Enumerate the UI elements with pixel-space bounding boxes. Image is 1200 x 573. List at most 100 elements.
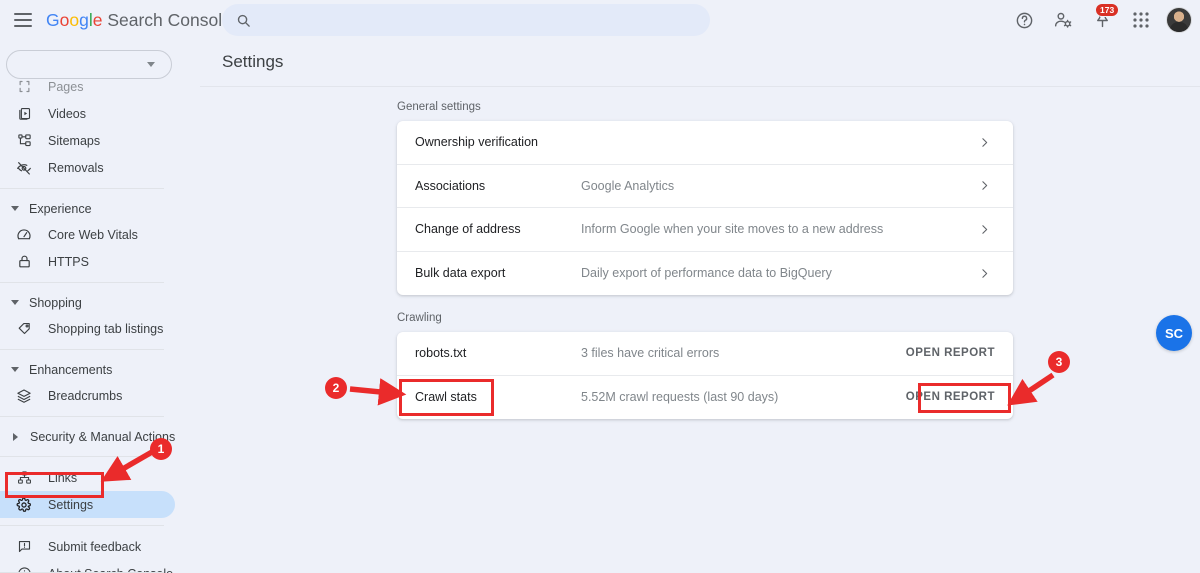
sidebar-item-links[interactable]: Links bbox=[0, 464, 200, 491]
sidebar-item-label: Removals bbox=[48, 160, 104, 175]
sidebar-item-core-web-vitals[interactable]: Core Web Vitals bbox=[0, 221, 200, 248]
row-description: Inform Google when your site moves to a … bbox=[581, 222, 884, 237]
annotation-marker-1: 1 bbox=[150, 438, 172, 460]
main-content: Settings General settings Ownership veri… bbox=[200, 40, 1200, 573]
sidebar-group-label: Experience bbox=[29, 201, 92, 216]
crawl-stats-row-name: Crawl stats bbox=[415, 390, 477, 405]
sidebar-group-experience[interactable]: Experience bbox=[0, 196, 200, 221]
sidebar-nav: Pages Videos Sitemaps Removals Experienc… bbox=[0, 40, 200, 573]
sidebar-item-videos[interactable]: Videos bbox=[0, 100, 200, 127]
notifications-pin-icon[interactable]: 173 bbox=[1088, 3, 1120, 34]
apps-grid-icon[interactable] bbox=[1127, 6, 1155, 34]
user-avatar[interactable] bbox=[1166, 7, 1192, 33]
row-name: Change of address bbox=[415, 222, 521, 237]
sidebar-group-label: Shopping bbox=[29, 295, 82, 310]
sidebar-item-list: Pages Videos Sitemaps Removals Experienc… bbox=[0, 73, 200, 573]
row-name: Ownership verification bbox=[415, 135, 538, 150]
sidebar-item-https[interactable]: HTTPS bbox=[0, 248, 200, 275]
row-robots-txt[interactable]: robots.txt 3 files have critical errors … bbox=[397, 332, 1013, 376]
sidebar-item-label: Submit feedback bbox=[48, 539, 142, 554]
chevron-down-icon bbox=[11, 300, 19, 305]
logo-letter-g2: g bbox=[79, 9, 89, 30]
sidebar-item-label: Core Web Vitals bbox=[48, 227, 138, 242]
section-label-crawling: Crawling bbox=[397, 312, 442, 324]
sidebar-item-label: Shopping tab listings bbox=[48, 321, 164, 336]
help-circle-icon[interactable] bbox=[1010, 6, 1038, 34]
chevron-right-icon bbox=[978, 267, 991, 280]
removals-eye-off-icon bbox=[14, 158, 34, 178]
sidebar-divider bbox=[0, 282, 164, 283]
account-settings-icon[interactable] bbox=[1049, 6, 1077, 34]
sidebar-item-label: Links bbox=[48, 470, 78, 485]
sidebar-item-submit-feedback[interactable]: Submit feedback bbox=[0, 533, 200, 560]
app-brand: Google Search Console bbox=[46, 10, 232, 31]
sidebar-divider bbox=[0, 416, 164, 417]
sidebar-item-removals[interactable]: Removals bbox=[0, 154, 200, 181]
page-title: Settings bbox=[222, 52, 284, 71]
top-app-bar: Google Search Console 173 bbox=[0, 0, 1200, 40]
sidebar-item-settings[interactable]: Settings bbox=[0, 491, 200, 518]
header-actions: 173 bbox=[1010, 0, 1192, 40]
title-divider bbox=[200, 86, 1200, 87]
notification-badge: 173 bbox=[1095, 3, 1120, 17]
sitemaps-icon bbox=[14, 131, 34, 151]
row-bulk-data-export[interactable]: Bulk data export Daily export of perform… bbox=[397, 252, 1013, 296]
row-description: 5.52M crawl requests (last 90 days) bbox=[581, 390, 779, 405]
crawl-stats-open-report[interactable]: OPEN REPORT bbox=[906, 391, 995, 403]
sidebar-group-shopping[interactable]: Shopping bbox=[0, 290, 200, 315]
chevron-right-icon bbox=[978, 136, 991, 149]
general-settings-card: Ownership verification Associations Goog… bbox=[397, 121, 1013, 295]
lock-icon bbox=[14, 252, 34, 272]
row-ownership-verification[interactable]: Ownership verification bbox=[397, 121, 1013, 165]
feedback-icon bbox=[14, 537, 34, 557]
sidebar-item-sitemaps[interactable]: Sitemaps bbox=[0, 127, 200, 154]
support-chat-fab[interactable]: SC bbox=[1156, 315, 1192, 351]
sidebar-item-label: Videos bbox=[48, 106, 86, 121]
chevron-down-icon bbox=[11, 367, 19, 372]
speedometer-icon bbox=[14, 225, 34, 245]
product-name: Search Console bbox=[102, 9, 232, 30]
row-description: Daily export of performance data to BigQ… bbox=[581, 266, 832, 281]
open-report-link[interactable]: OPEN REPORT bbox=[906, 347, 995, 359]
sidebar-item-shopping-tab-listings[interactable]: Shopping tab listings bbox=[0, 315, 200, 342]
links-hierarchy-icon bbox=[14, 468, 34, 488]
sidebar-item-label: Breadcrumbs bbox=[48, 388, 123, 403]
sidebar-item-breadcrumbs[interactable]: Breadcrumbs bbox=[0, 382, 200, 409]
sidebar-group-enhancements[interactable]: Enhancements bbox=[0, 357, 200, 382]
search-input[interactable] bbox=[261, 12, 700, 28]
row-name: Associations bbox=[415, 178, 486, 193]
search-icon bbox=[236, 13, 251, 28]
sidebar-divider bbox=[0, 188, 164, 189]
chevron-right-icon bbox=[978, 179, 991, 192]
hamburger-menu-icon[interactable] bbox=[14, 13, 32, 27]
sidebar-item-label: HTTPS bbox=[48, 254, 89, 269]
chevron-right-icon bbox=[13, 432, 18, 441]
sidebar-item-label: Pages bbox=[48, 79, 84, 94]
logo-letter-g1: G bbox=[46, 9, 60, 30]
logo-letter-o2: o bbox=[69, 9, 80, 30]
tag-icon bbox=[14, 319, 34, 339]
section-label-general-settings: General settings bbox=[397, 101, 481, 113]
sidebar-divider bbox=[0, 456, 164, 457]
row-description: Google Analytics bbox=[581, 178, 675, 193]
sidebar-divider bbox=[0, 349, 164, 350]
sidebar-group-label: Enhancements bbox=[29, 362, 113, 377]
row-description: 3 files have critical errors bbox=[581, 346, 720, 361]
layers-icon bbox=[14, 386, 34, 406]
row-change-of-address[interactable]: Change of address Inform Google when you… bbox=[397, 208, 1013, 252]
sidebar-item-label: Settings bbox=[48, 497, 94, 512]
logo-letter-o1: o bbox=[59, 9, 70, 30]
sidebar-divider bbox=[0, 525, 164, 526]
search-bar[interactable] bbox=[222, 4, 710, 36]
row-name: Bulk data export bbox=[415, 266, 506, 281]
row-associations[interactable]: Associations Google Analytics bbox=[397, 165, 1013, 208]
row-crawl-stats[interactable]: Crawl stats 5.52M crawl requests (last 9… bbox=[397, 376, 1013, 420]
chevron-down-icon bbox=[147, 62, 155, 67]
annotation-marker-2: 2 bbox=[325, 377, 347, 399]
gear-icon bbox=[14, 495, 34, 515]
property-selector[interactable] bbox=[6, 50, 172, 79]
app-root: Google Search Console 173 Pages Videos S… bbox=[0, 0, 1200, 573]
pages-icon bbox=[14, 77, 34, 97]
videos-icon bbox=[14, 104, 34, 124]
annotation-marker-3: 3 bbox=[1048, 351, 1070, 373]
